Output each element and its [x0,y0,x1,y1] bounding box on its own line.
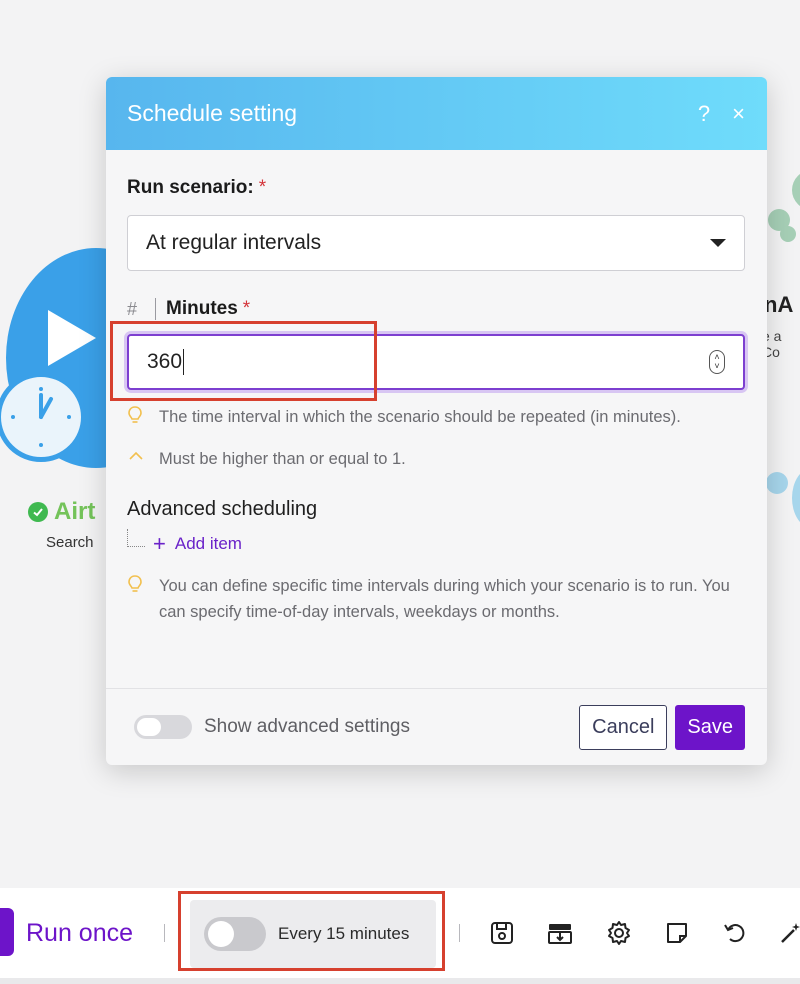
minutes-label: Minutes * [166,298,250,320]
minimum-hint: Must be higher than or equal to 1. [127,446,746,472]
toolbar-separator [459,924,460,942]
decorative-dot [792,170,800,210]
schedule-setting-dialog: Schedule setting ? × Run scenario: * At … [106,77,767,765]
dialog-buttons: Cancel Save [579,704,745,750]
schedule-toggle[interactable] [204,917,266,951]
schedule-label[interactable]: Every 15 minutes [278,924,409,944]
run-once-button[interactable]: Run once [26,919,133,948]
lightbulb-icon [127,404,147,432]
minimum-hint-text: Must be higher than or equal to 1. [159,450,406,468]
settings-gear-icon[interactable] [606,920,632,946]
minutes-label-text: Minutes [166,298,238,319]
show-advanced-settings[interactable]: Show advanced settings [134,715,410,739]
decorative-dot [792,468,800,528]
minutes-input-value: 360 [147,349,185,375]
advanced-scheduling-title: Advanced scheduling [127,498,318,520]
lightbulb-icon [127,573,147,625]
add-item-label: Add item [174,534,242,553]
decorative-dot [780,226,796,242]
dialog-title: Schedule setting [127,100,298,126]
magic-wand-icon[interactable] [778,920,800,946]
dialog-body: Run scenario: * At regular intervals # M… [106,150,767,625]
check-icon [28,502,48,522]
run-scenario-label-text: Run scenario: [127,177,254,198]
show-advanced-toggle[interactable] [134,715,192,739]
run-scenario-label: Run scenario: * [127,177,746,199]
plus-icon: + [153,531,166,556]
stepper-down-icon[interactable]: ˅ [714,362,719,371]
run-scenario-value: At regular intervals [146,231,322,254]
required-marker: * [258,177,267,198]
undo-icon[interactable] [722,920,748,946]
required-marker: * [242,298,251,319]
label-separator [155,298,156,320]
schedule-clock-icon[interactable] [0,372,86,462]
text-cursor [183,349,185,375]
toolbar-separator [164,924,165,942]
module-subtitle: Search [46,534,94,551]
add-item-row: + Add item [127,529,746,555]
dialog-header-actions: ? × [698,102,745,125]
interval-hint: The time interval in which the scenario … [127,404,746,432]
chevron-down-icon [710,239,726,247]
cancel-button[interactable]: Cancel [579,704,668,750]
advanced-hint-text: You can define specific time intervals d… [159,577,730,621]
airtable-module-label: Airt [28,498,95,526]
toggle-knob [137,718,161,736]
save-button[interactable]: Save [675,704,745,750]
minutes-input[interactable]: 360 ˄ ˅ [127,334,745,390]
trigger-play-icon [48,310,96,366]
number-type-icon: # [127,298,138,319]
dialog-header: Schedule setting ? × [106,77,767,150]
advanced-hint: You can define specific time intervals d… [127,573,746,625]
run-once-button-icon[interactable] [0,908,14,956]
number-stepper[interactable]: ˄ ˅ [709,350,725,374]
minutes-value-text: 360 [147,350,183,373]
schedule-control[interactable]: Every 15 minutes [190,900,436,968]
interval-hint-text: The time interval in which the scenario … [159,408,681,426]
run-scenario-select[interactable]: At regular intervals [127,215,745,271]
minutes-label-row: # Minutes * [127,298,746,320]
help-icon[interactable]: ? [698,102,710,125]
tree-connector [127,529,145,547]
dialog-footer: Show advanced settings Cancel Save [106,688,767,765]
chevron-up-icon [127,446,147,472]
background-module-subtitle: e a Co [762,328,782,360]
close-icon[interactable]: × [732,102,745,125]
export-blueprint-icon[interactable] [547,920,573,946]
notes-icon[interactable] [664,920,690,946]
save-icon[interactable] [489,920,515,946]
decorative-dot [766,472,788,494]
show-advanced-label: Show advanced settings [204,716,410,737]
background-module-label: nA [764,292,794,317]
add-item-button[interactable]: + Add item [153,533,242,555]
module-name: Airt [54,498,96,525]
bottom-strip [0,978,800,984]
toggle-knob [208,921,234,947]
scenario-toolbar: Run once Every 15 minutes [0,888,800,978]
